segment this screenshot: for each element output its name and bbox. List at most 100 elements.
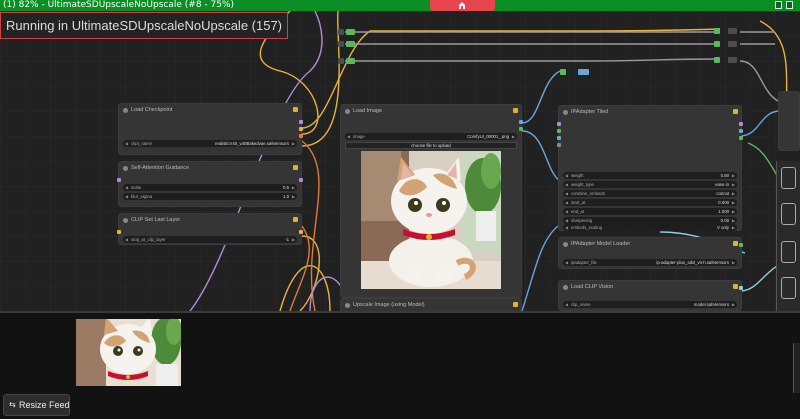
input-image-port[interactable] <box>557 136 561 140</box>
collapse-dot-icon[interactable] <box>563 110 568 115</box>
sharpening-widget[interactable]: ◀ sharpening 0.00 ▶ <box>563 217 737 224</box>
collapse-dot-icon[interactable] <box>123 108 128 113</box>
embeds-scaling-widget[interactable]: ◀ embeds_scaling V only ▶ <box>563 224 737 231</box>
minimize-control-icon[interactable] <box>775 1 782 9</box>
weight-widget[interactable]: ◀ weight 0.80 ▶ <box>563 172 737 179</box>
output-image-port[interactable] <box>519 120 523 124</box>
arrow-left-icon[interactable]: ◀ <box>565 208 568 215</box>
lock-icon[interactable] <box>293 217 298 222</box>
arrow-right-icon[interactable]: ▶ <box>732 181 735 188</box>
arrow-right-icon[interactable]: ▶ <box>732 199 735 206</box>
dock-queue-icon[interactable] <box>781 241 796 263</box>
arrow-left-icon[interactable]: ◀ <box>347 133 350 140</box>
end-at-widget[interactable]: ◀ end_at 1.000 ▶ <box>563 208 737 215</box>
input-ipadapter-port[interactable] <box>557 129 561 133</box>
node-ipadapter-tiled[interactable]: IPAdapter Tiled ◀ weight 0.80 ▶ ◀ weight… <box>557 105 743 231</box>
feed-thumbnail-image[interactable] <box>76 319 181 386</box>
weight-type-widget[interactable]: ◀ weight_type ease in ▶ <box>563 181 737 188</box>
input-model-port[interactable] <box>117 178 121 182</box>
output-clip-vision-port[interactable] <box>739 286 743 290</box>
node-header[interactable]: Load CLIP Vision <box>559 281 741 294</box>
node-header[interactable]: Upscale Image (using Model) <box>341 299 521 311</box>
output-mask-port[interactable] <box>519 127 523 131</box>
lock-icon[interactable] <box>733 241 738 246</box>
dock-toggle-icon[interactable] <box>781 167 796 189</box>
node-upscale-image-using-model[interactable]: Upscale Image (using Model) <box>340 298 522 311</box>
node-partial-offscreen[interactable] <box>778 91 800 151</box>
node-header[interactable]: Load Image <box>341 105 521 118</box>
arrow-left-icon[interactable]: ◀ <box>565 199 568 206</box>
input-clip-port[interactable] <box>117 230 121 234</box>
resize-feed-button[interactable]: ⇆ Resize Feed <box>3 394 70 416</box>
arrow-right-icon[interactable]: ▶ <box>732 172 735 179</box>
input-clip-vision-port[interactable] <box>557 143 561 147</box>
arrow-left-icon[interactable]: ◀ <box>565 224 568 231</box>
node-header[interactable]: Load Checkpoint <box>119 104 301 117</box>
output-clip-port[interactable] <box>299 230 303 234</box>
arrow-right-icon[interactable]: ▶ <box>292 236 295 243</box>
collapse-dot-icon[interactable] <box>345 303 350 308</box>
node-load-checkpoint[interactable]: Load Checkpoint ◀ ckpt_name realisticV40… <box>118 103 303 155</box>
ipadapter-file-combo[interactable]: ◀ ipadapter_file ip-adapter-plus_sdxl_vi… <box>563 259 737 266</box>
arrow-right-icon[interactable]: ▶ <box>732 190 735 197</box>
arrow-left-icon[interactable]: ◀ <box>125 140 128 147</box>
start-at-widget[interactable]: ◀ start_at 0.000 ▶ <box>563 199 737 206</box>
maximize-control-icon[interactable] <box>786 1 793 9</box>
input-model-port[interactable] <box>557 122 561 126</box>
lock-icon[interactable] <box>293 107 298 112</box>
output-vae-port[interactable] <box>299 134 303 138</box>
node-header[interactable]: Self-Attention Guidance <box>119 162 301 175</box>
collapse-dot-icon[interactable] <box>563 242 568 247</box>
arrow-right-icon[interactable]: ▶ <box>292 184 295 191</box>
output-model-port[interactable] <box>739 122 743 126</box>
node-header[interactable]: CLIP Set Last Layer <box>119 214 301 227</box>
blur-sigma-number-widget[interactable]: ◀ blur_sigma 1.0 ▶ <box>123 193 297 200</box>
comfy-menu-button[interactable] <box>430 0 495 11</box>
arrow-left-icon[interactable]: ◀ <box>125 193 128 200</box>
arrow-left-icon[interactable]: ◀ <box>565 217 568 224</box>
arrow-left-icon[interactable]: ◀ <box>565 301 568 308</box>
collapse-dot-icon[interactable] <box>345 109 350 114</box>
scale-number-widget[interactable]: ◀ scale 0.5 ▶ <box>123 184 297 191</box>
lock-icon[interactable] <box>733 109 738 114</box>
arrow-right-icon[interactable]: ▶ <box>732 208 735 215</box>
arrow-left-icon[interactable]: ◀ <box>125 184 128 191</box>
image-combo[interactable]: ◀ image ComfyUI_00001_.png ▶ <box>345 133 517 140</box>
lock-icon[interactable] <box>293 165 298 170</box>
arrow-right-icon[interactable]: ▶ <box>732 224 735 231</box>
node-ipadapter-model-loader[interactable]: IPAdapter Model Loader ◀ ipadapter_file … <box>558 237 743 269</box>
collapse-dot-icon[interactable] <box>123 218 128 223</box>
output-tiles-port[interactable] <box>739 129 743 133</box>
arrow-left-icon[interactable]: ◀ <box>565 181 568 188</box>
stop-at-clip-layer-widget[interactable]: ◀ stop_at_clip_layer -1 ▶ <box>123 236 297 243</box>
arrow-left-icon[interactable]: ◀ <box>565 172 568 179</box>
arrow-right-icon[interactable]: ▶ <box>292 193 295 200</box>
lock-icon[interactable] <box>733 284 738 289</box>
output-model-port[interactable] <box>299 178 303 182</box>
clip-name-combo[interactable]: ◀ clip_name model.safetensors ▶ <box>563 301 737 308</box>
output-clip-port[interactable] <box>299 127 303 131</box>
collapse-dot-icon[interactable] <box>563 285 568 290</box>
output-masks-port[interactable] <box>739 136 743 140</box>
node-clip-set-last-layer[interactable]: CLIP Set Last Layer ◀ stop_at_clip_layer… <box>117 213 303 245</box>
node-load-clip-vision[interactable]: Load CLIP Vision ◀ clip_name model.safet… <box>558 280 743 311</box>
output-ipadapter-port[interactable] <box>739 243 743 247</box>
choose-file-upload-button[interactable]: choose file to upload <box>345 142 517 149</box>
feed-scroll-handle[interactable] <box>793 343 800 393</box>
arrow-left-icon[interactable]: ◀ <box>565 259 568 266</box>
dock-settings-icon[interactable] <box>781 203 796 225</box>
node-header[interactable]: IPAdapter Tiled <box>559 106 741 119</box>
dock-history-icon[interactable] <box>781 277 796 299</box>
ckpt-name-combo[interactable]: ◀ ckpt_name realisticV40_v40Bakedvae.saf… <box>123 140 297 147</box>
lock-icon[interactable] <box>513 108 518 113</box>
arrow-left-icon[interactable]: ◀ <box>125 236 128 243</box>
arrow-right-icon[interactable]: ▶ <box>292 140 295 147</box>
arrow-left-icon[interactable]: ◀ <box>565 190 568 197</box>
arrow-right-icon[interactable]: ▶ <box>732 301 735 308</box>
arrow-right-icon[interactable]: ▶ <box>732 217 735 224</box>
node-graph-canvas[interactable]: Running in UltimateSDUpscaleNoUpscale (1… <box>0 11 800 311</box>
arrow-right-icon[interactable]: ▶ <box>732 259 735 266</box>
combine-embeds-widget[interactable]: ◀ combine_embeds concat ▶ <box>563 190 737 197</box>
node-self-attention-guidance[interactable]: Self-Attention Guidance ◀ scale 0.5 ▶ ◀ … <box>117 161 303 207</box>
node-header[interactable]: IPAdapter Model Loader <box>559 238 741 251</box>
